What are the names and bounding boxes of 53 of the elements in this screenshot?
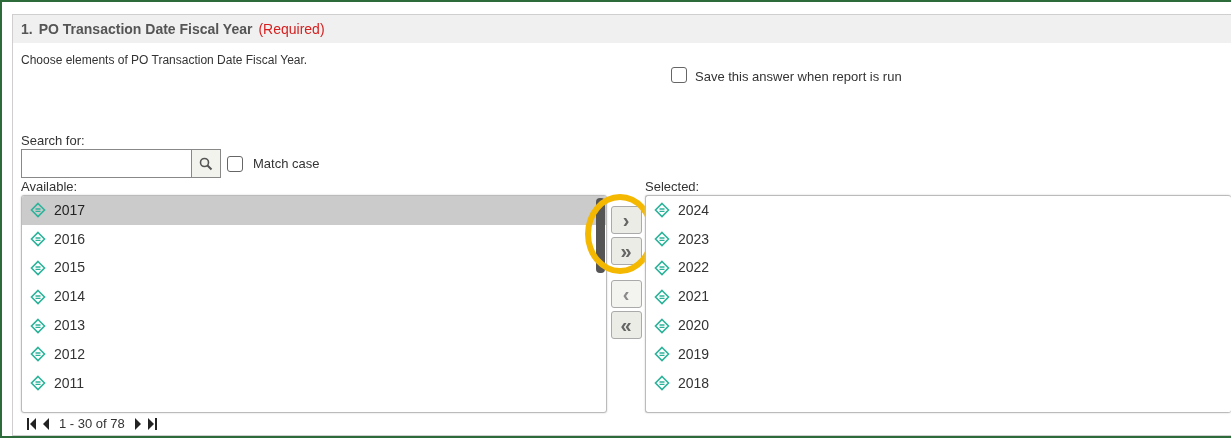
first-page-icon[interactable] <box>27 418 37 430</box>
save-answer-checkbox[interactable] <box>671 67 687 83</box>
list-item[interactable]: 2020 <box>646 311 1231 340</box>
member-icon <box>30 346 46 363</box>
member-icon <box>30 260 46 276</box>
member-icon <box>30 231 46 248</box>
list-item[interactable]: 2021 <box>646 282 1231 312</box>
member-icon <box>654 317 670 334</box>
member-icon <box>654 202 670 219</box>
list-item[interactable]: 2014 <box>22 282 606 312</box>
search-button[interactable] <box>191 149 221 178</box>
save-answer-label: Save this answer when report is run <box>695 68 902 86</box>
member-icon <box>654 346 670 363</box>
match-case-label: Match case <box>253 154 320 173</box>
scrollbar-thumb[interactable] <box>596 198 605 273</box>
available-list[interactable]: 2017 2016 2015 2014 2013 2012 2011 <box>21 195 607 413</box>
list-item[interactable]: 2013 <box>22 311 606 340</box>
member-icon <box>654 288 670 305</box>
add-button[interactable]: › <box>610 206 642 234</box>
next-page-icon[interactable] <box>133 418 142 430</box>
search-field[interactable] <box>21 149 191 178</box>
last-page-icon[interactable] <box>146 418 157 430</box>
remove-all-button[interactable]: « <box>610 311 642 339</box>
list-item[interactable]: 2011 <box>22 368 606 398</box>
list-item[interactable]: 2015 <box>22 253 606 283</box>
list-item[interactable]: 2019 <box>646 340 1231 369</box>
available-label: Available: <box>21 179 79 195</box>
search-icon <box>199 156 213 171</box>
member-icon <box>654 231 670 248</box>
list-item[interactable]: 2022 <box>646 253 1231 283</box>
list-item[interactable]: 2016 <box>22 224 606 254</box>
add-all-button[interactable]: » <box>610 237 642 265</box>
list-item[interactable]: 2024 <box>646 196 1231 225</box>
question-number: 1. <box>21 19 33 39</box>
member-icon <box>30 375 46 392</box>
member-icon <box>30 288 46 305</box>
list-item[interactable]: 2018 <box>646 368 1231 398</box>
match-case-checkbox[interactable] <box>227 155 243 172</box>
member-icon <box>654 375 670 392</box>
selected-label: Selected: <box>645 179 701 195</box>
required-label: (Required) <box>258 19 325 39</box>
question-title: PO Transaction Date Fiscal Year <box>38 19 253 39</box>
search-label: Search for: <box>21 133 86 149</box>
list-item[interactable]: 2023 <box>646 224 1231 254</box>
list-item[interactable]: 2017 <box>22 196 606 225</box>
description-text: Choose elements of PO Transaction Date Fiscal Year. <box>21 53 308 67</box>
member-icon <box>30 202 46 219</box>
page-range-text: 1 - 30 of 78 <box>59 415 125 434</box>
list-item[interactable]: 2012 <box>22 340 606 369</box>
selected-list[interactable]: 2024 2023 2022 2021 2020 2019 2018 <box>645 195 1231 413</box>
previous-page-icon[interactable] <box>42 418 50 430</box>
member-icon <box>654 260 670 276</box>
member-icon <box>30 317 46 334</box>
